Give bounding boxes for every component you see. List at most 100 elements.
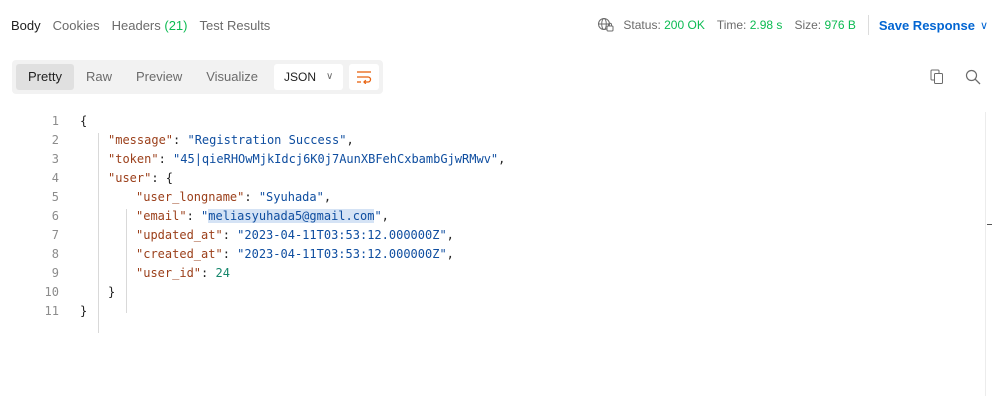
tab-headers[interactable]: Headers (21) [112,18,188,33]
json-punctuation: , [381,209,389,223]
json-key: "user_longname" [136,190,245,204]
json-punctuation: , [446,228,454,242]
json-key: "created_at" [136,247,223,261]
code-text: "created_at": "2023-04-11T03:53:12.00000… [136,245,454,264]
json-string: "Syuhada" [258,190,324,204]
json-string: "Registration Success" [187,133,347,147]
view-visualize-button[interactable]: Visualize [194,64,270,90]
response-time[interactable]: Time: 2.98 s [717,18,783,32]
json-punctuation: , [323,190,332,204]
search-icon[interactable] [964,68,982,86]
body-actions [910,68,982,86]
json-string: "2023-04-11T03:53:12.000000Z" [237,247,447,261]
headers-count: (21) [164,17,188,33]
line-number: 5 [51,190,59,204]
json-punctuation: : { [151,171,174,185]
code-line: 9 "user_id": 24 [0,264,985,283]
save-response-button[interactable]: Save Response ∨ [879,18,988,33]
response-body-editor[interactable]: 1{2 "message": "Registration Success", 3 "t… [0,112,985,396]
view-mode-segment: Pretty Raw Preview Visualize JSON ∨ [12,60,384,94]
json-punctuation: : [244,190,259,204]
json-punctuation: : [222,228,238,242]
code-text: } [108,283,115,302]
body-view-toolbar: Pretty Raw Preview Visualize JSON ∨ [12,60,384,94]
tab-cookies-label: Cookies [52,17,100,33]
json-punctuation: , [498,152,506,166]
line-number: 11 [44,304,59,318]
line-number: 3 [51,152,59,166]
tab-test-results-label: Test Results [199,17,271,33]
json-punctuation: } [80,304,88,318]
json-key: "user_id" [136,266,202,280]
json-punctuation: : [158,152,174,166]
line-number: 1 [51,114,59,128]
status-value: 200 OK [664,18,705,32]
json-punctuation: : [201,266,216,280]
copy-icon[interactable] [928,68,946,86]
code-line: 5 "user_longname": "Syuhada", [0,188,985,207]
json-punctuation: : [186,209,202,223]
json-key: "updated_at" [136,228,223,242]
line-number: 6 [51,209,59,223]
json-key: "message" [108,133,174,147]
tab-headers-label: Headers [111,17,161,33]
size-label: Size: [794,18,822,32]
status-code[interactable]: Status: 200 OK [623,18,704,32]
line-number: 9 [51,266,59,280]
code-text: "message": "Registration Success", [108,131,354,150]
json-punctuation: : [173,133,188,147]
format-select-value: JSON [284,70,317,84]
tab-body[interactable]: Body [11,18,41,33]
globe-lock-icon[interactable] [597,17,615,33]
code-line: 2 "message": "Registration Success", [0,131,985,150]
size-value: 976 B [824,18,856,32]
json-key: "user" [108,171,152,185]
code-line: 10} [0,283,985,302]
code-text: "email": "meliasyuhada5@gmail.com", [136,207,389,226]
chevron-down-icon: ∨ [326,71,334,82]
view-raw-button[interactable]: Raw [74,64,124,90]
code-line: 11} [0,302,985,321]
line-number: 4 [51,171,59,185]
code-line: 3 "token": "45|qieRHOwMjkIdcj6K0j7AunXBFe… [0,150,985,169]
line-number: 10 [44,285,59,299]
json-number: 24 [215,266,230,280]
tab-cookies[interactable]: Cookies [53,18,100,33]
code-line: 7 "updated_at": "2023-04-11T03:53:12.0000… [0,226,985,245]
json-punctuation: , [446,247,454,261]
tab-body-label: Body [11,17,41,33]
view-pretty-button[interactable]: Pretty [16,64,74,90]
json-punctuation: , [346,133,354,147]
format-select[interactable]: JSON ∨ [274,64,344,90]
code-text: "user": { [108,169,173,188]
chevron-down-icon: ∨ [979,19,988,32]
code-text: } [80,302,87,321]
save-response-label: Save Response [878,17,975,33]
word-wrap-icon[interactable] [349,64,380,90]
editor-scrollbar[interactable] [985,112,992,396]
time-label: Time: [716,18,747,32]
json-key: "token" [108,152,159,166]
json-key: "email" [136,209,187,223]
json-punctuation: } [108,285,116,299]
json-string: "2023-04-11T03:53:12.000000Z" [237,228,447,242]
line-number: 2 [51,133,59,147]
view-preview-button[interactable]: Preview [124,64,194,90]
code-text: "updated_at": "2023-04-11T03:53:12.00000… [136,226,454,245]
search-highlight: meliasyuhada5@gmail.com [208,209,375,223]
code-line: 4 "user": { [0,169,985,188]
code-text: "user_id": 24 [136,264,230,283]
time-value: 2.98 s [749,18,783,32]
code-line: 8 "created_at": "2023-04-11T03:53:12.0000… [0,245,985,264]
code-text: "user_longname": "Syuhada", [136,188,331,207]
json-punctuation: { [80,114,88,128]
json-string: " [374,209,382,223]
response-size[interactable]: Size: 976 B [794,18,855,32]
line-number: 8 [51,247,59,261]
json-punctuation: : [222,247,238,261]
tab-test-results[interactable]: Test Results [200,18,271,33]
scrollbar-thumb[interactable] [987,224,992,225]
line-number: 7 [51,228,59,242]
code-text: "token": "45|qieRHOwMjkIdcj6K0j7AunXBFeh… [108,150,505,169]
code-line: 1{ [0,112,985,131]
